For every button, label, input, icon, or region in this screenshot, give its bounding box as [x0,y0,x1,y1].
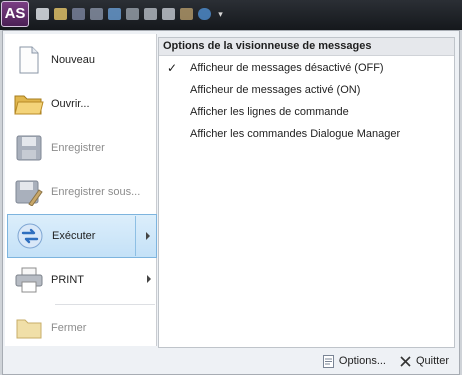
save-icon[interactable] [72,8,85,20]
print-icon [7,258,51,302]
print-label: PRINT [51,274,84,286]
quit-label: Quitter [415,355,449,367]
open-folder-icon[interactable] [54,8,67,20]
run-button[interactable]: Exécuter [7,214,157,258]
new-label: Nouveau [51,54,96,66]
menu-footer: Options... Quitter [3,348,459,374]
option-label: Afficheur de messages activé (ON) [190,84,361,96]
menu-divider [55,304,155,305]
customize-icon[interactable]: ▾ [216,8,225,20]
run-icon [8,214,52,258]
option-show-dialogue-manager[interactable]: Afficher les commandes Dialogue Manager [159,123,454,145]
quit-button[interactable]: Quitter [400,355,449,368]
save-label: Enregistrer [51,142,105,154]
save-button[interactable]: Enregistrer [7,126,157,170]
cut-icon[interactable] [144,8,157,20]
chevron-right-icon[interactable] [146,232,150,240]
new-document-icon [7,38,51,82]
save-as-button[interactable]: Enregistrer sous... [7,170,157,214]
app-menu-button[interactable]: AS [1,1,29,27]
message-viewer-options-panel: Options de la visionneuse de messages ✓ … [158,37,455,348]
save-as-icon[interactable] [90,8,103,20]
web-icon[interactable] [198,8,211,20]
save-as-label: Enregistrer sous... [51,186,141,198]
option-label: Afficher les lignes de commande [190,106,349,118]
save-icon [7,126,51,170]
option-viewer-on[interactable]: Afficheur de messages activé (ON) [159,79,454,101]
chevron-right-icon[interactable] [147,275,151,283]
option-viewer-off[interactable]: ✓ Afficheur de messages désactivé (OFF) [159,57,454,79]
close-button[interactable]: Fermer [7,306,157,350]
new-button[interactable]: Nouveau [7,38,157,82]
quick-access-toolbar: ▾ [36,8,225,22]
run-label: Exécuter [52,230,96,242]
options-document-icon [323,354,335,368]
paste-icon[interactable] [180,8,193,20]
close-label: Fermer [51,322,87,334]
print-icon[interactable] [126,8,139,20]
options-label: Options... [338,355,386,367]
option-label: Afficher les commandes Dialogue Manager [190,128,401,140]
copy-icon[interactable] [162,8,175,20]
option-label: Afficheur de messages désactivé (OFF) [190,62,384,74]
options-button[interactable]: Options... [323,354,386,368]
split-divider [135,216,136,256]
application-menu: Nouveau Ouvrir... Enregistrer Enregistre… [2,30,460,375]
open-label: Ouvrir... [51,98,90,110]
panel-title: Options de la visionneuse de messages [159,38,454,56]
title-bar: AS ▾ [0,0,462,30]
option-show-command-lines[interactable]: Afficher les lignes de commande [159,101,454,123]
open-button[interactable]: Ouvrir... [7,82,157,126]
close-icon [400,355,412,368]
close-folder-icon [7,306,51,350]
print-button[interactable]: PRINT [7,258,157,302]
new-file-icon[interactable] [36,8,49,20]
command-list: Nouveau Ouvrir... Enregistrer Enregistre… [5,34,157,346]
save-as-icon [7,170,51,214]
checkmark-icon: ✓ [167,61,178,75]
open-folder-icon [7,82,51,126]
run-icon[interactable] [108,8,121,20]
